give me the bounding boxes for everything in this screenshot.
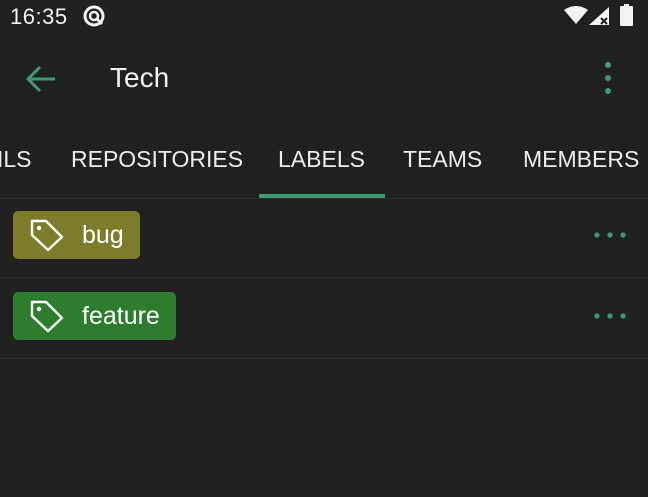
more-vertical-icon[interactable] bbox=[596, 58, 620, 98]
tab-details[interactable]: ILS bbox=[0, 124, 32, 198]
label-name: bug bbox=[82, 220, 124, 249]
tab-repositories[interactable]: REPOSITORIES bbox=[71, 124, 243, 198]
tab-labels[interactable]: LABELS bbox=[278, 124, 365, 198]
tab-teams[interactable]: TEAMS bbox=[403, 124, 482, 198]
more-horizontal-icon[interactable] bbox=[590, 223, 630, 247]
tag-icon bbox=[30, 300, 64, 333]
label-chip-bug[interactable]: bug bbox=[13, 211, 140, 259]
page-title: Tech bbox=[110, 62, 170, 93]
arrow-left-icon[interactable] bbox=[24, 62, 58, 96]
status-bar: 16:35 bbox=[0, 0, 648, 32]
app-notification-icon bbox=[83, 5, 105, 27]
tag-icon bbox=[30, 219, 64, 252]
label-name: feature bbox=[82, 301, 160, 330]
list-item: bug bbox=[0, 197, 648, 278]
app-bar: Tech bbox=[0, 32, 648, 124]
wifi-icon bbox=[564, 6, 588, 24]
label-chip-feature[interactable]: feature bbox=[13, 292, 176, 340]
list-item: feature bbox=[0, 278, 648, 359]
status-time: 16:35 bbox=[10, 4, 68, 29]
cell-signal-icon bbox=[589, 7, 609, 25]
tab-bar: ILS REPOSITORIES LABELS TEAMS MEMBERS bbox=[0, 124, 648, 199]
tab-members[interactable]: MEMBERS bbox=[523, 124, 639, 198]
battery-icon bbox=[620, 4, 633, 26]
more-horizontal-icon[interactable] bbox=[590, 304, 630, 328]
